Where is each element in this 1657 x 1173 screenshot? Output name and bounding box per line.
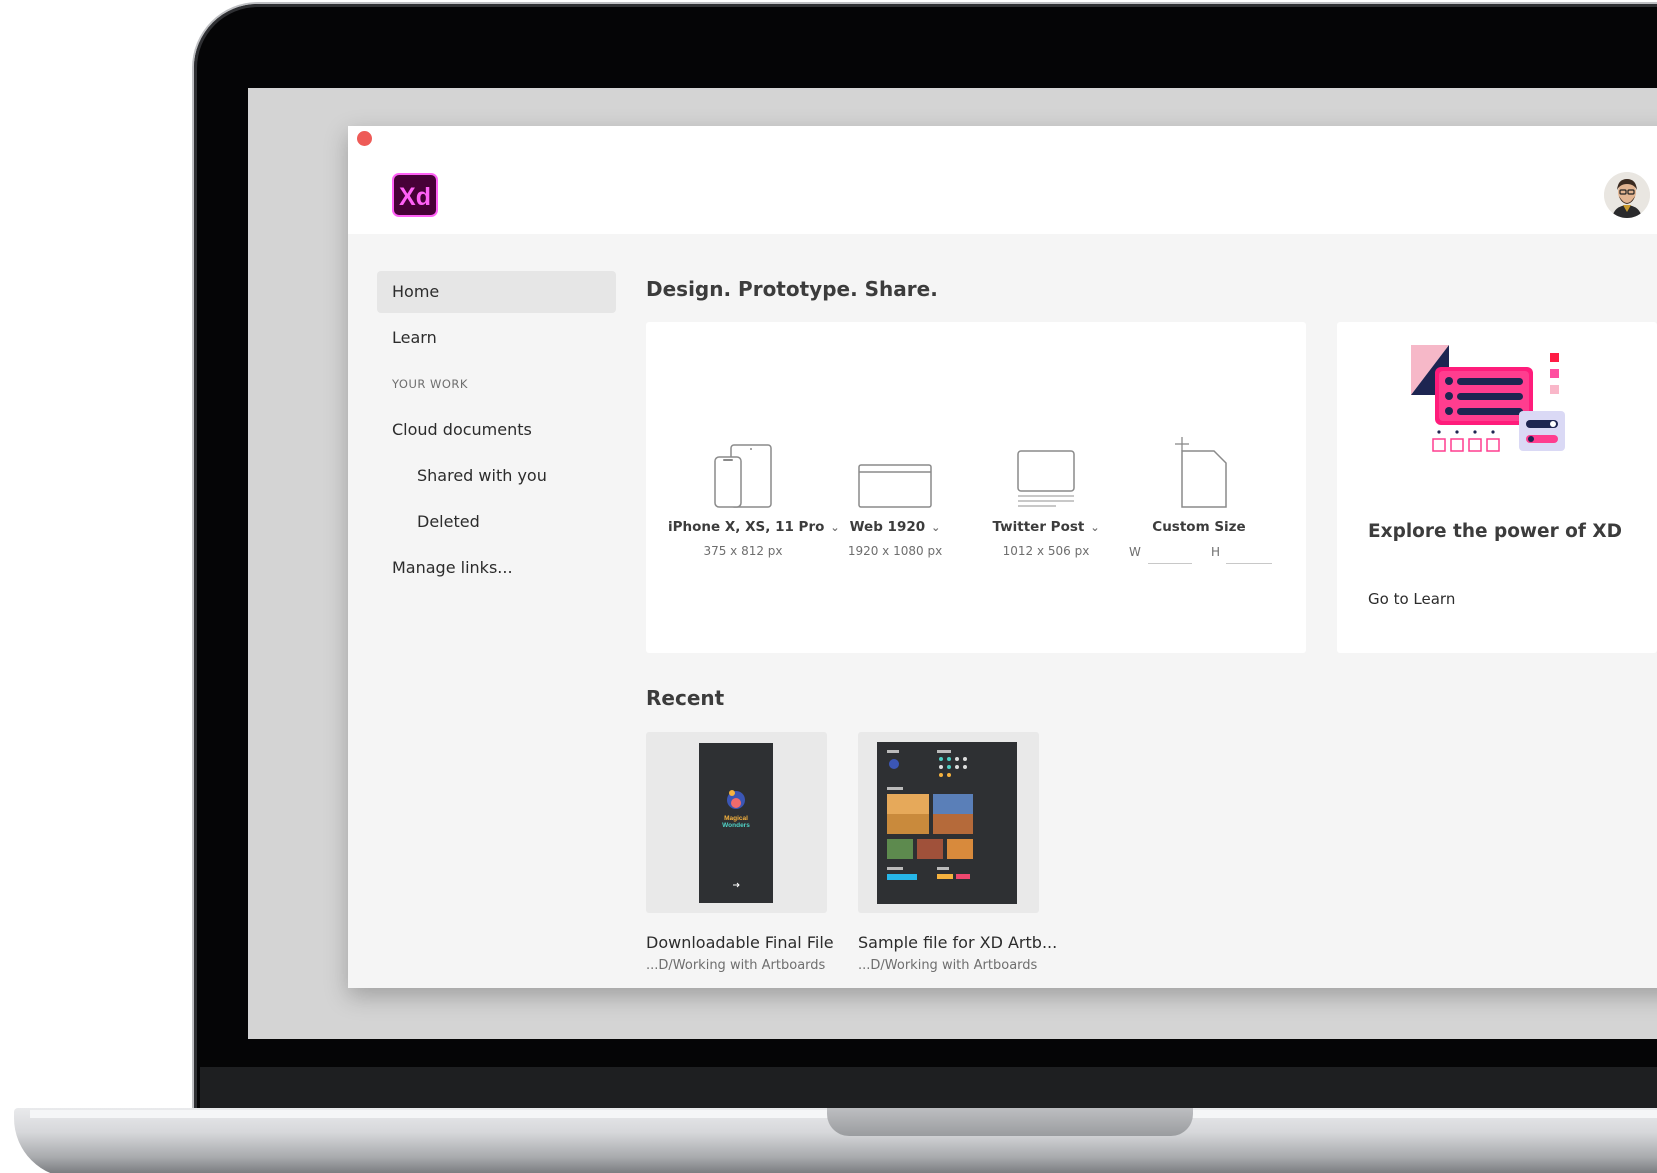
custom-page-icon: [1124, 437, 1274, 509]
preset-iphone-size: 375 x 812 px: [703, 544, 783, 558]
page-title: Design. Prototype. Share.: [646, 277, 938, 301]
artboard-preview: Magical Wonders: [699, 743, 773, 903]
chevron-down-icon[interactable]: ⌄: [1090, 521, 1099, 534]
artboard-presets-card: iPhone X, XS, 11 Pro ⌄ 375 x 812 px Web 1…: [646, 322, 1306, 653]
learn-card[interactable]: Explore the power of XD Go to Learn: [1337, 322, 1657, 653]
chevron-down-icon[interactable]: ⌄: [931, 521, 940, 534]
browser-window-icon: [820, 439, 970, 509]
custom-height-input[interactable]: [1226, 563, 1272, 564]
recent-file-name[interactable]: Sample file for XD Artb...: [858, 933, 1057, 952]
user-avatar[interactable]: [1604, 172, 1650, 218]
custom-height-label: H: [1211, 545, 1221, 559]
xd-home-window: Xd Home Learn YOUR WORK Cloud documents: [348, 126, 1657, 988]
sidebar-item-manage-links[interactable]: Manage links...: [377, 547, 616, 589]
sidebar-item-shared-with-you[interactable]: Shared with you: [377, 455, 616, 497]
magical-wonders-logo-icon: Magical Wonders: [722, 790, 750, 888]
learn-card-title: Explore the power of XD: [1368, 521, 1622, 542]
social-post-icon: [971, 439, 1121, 509]
xd-logo: Xd: [392, 173, 438, 217]
go-to-learn-link[interactable]: Go to Learn: [1368, 590, 1455, 608]
sidebar-nav: Home Learn YOUR WORK Cloud documents Sha…: [377, 271, 616, 593]
svg-text:Wonders: Wonders: [722, 822, 750, 829]
sidebar-item-learn[interactable]: Learn: [377, 317, 616, 359]
preset-web-name: Web 1920: [849, 519, 926, 535]
preset-iphone[interactable]: iPhone X, XS, 11 Pro ⌄ 375 x 812 px: [668, 439, 840, 558]
artboard-preview: [877, 742, 1017, 904]
preset-custom-name: Custom Size: [1152, 519, 1246, 535]
recent-file-thumbnail[interactable]: [858, 732, 1039, 913]
sidebar-item-deleted[interactable]: Deleted: [377, 501, 616, 543]
preset-twitter-post[interactable]: Twitter Post ⌄ 1012 x 506 px: [971, 439, 1121, 558]
sidebar-section-your-work: YOUR WORK: [392, 377, 468, 391]
laptop-bezel-chin: [200, 1067, 1657, 1111]
preset-web-1920[interactable]: Web 1920 ⌄ 1920 x 1080 px: [820, 439, 970, 558]
recent-heading: Recent: [646, 686, 725, 710]
close-window-button[interactable]: [357, 131, 372, 146]
laptop-opening-notch: [827, 1108, 1193, 1136]
sidebar-item-cloud-documents[interactable]: Cloud documents: [377, 409, 616, 451]
preset-twitter-name: Twitter Post: [992, 519, 1085, 535]
phone-tablet-icon: [668, 439, 818, 509]
preset-twitter-size: 1012 x 506 px: [1002, 544, 1090, 558]
svg-text:Magical: Magical: [724, 815, 748, 822]
recent-file-thumbnail[interactable]: Magical Wonders: [646, 732, 827, 913]
laptop-screen: Xd Home Learn YOUR WORK Cloud documents: [248, 88, 1657, 1039]
custom-width-input[interactable]: [1148, 563, 1192, 564]
app-header: Xd: [348, 126, 1657, 234]
preset-web-size: 1920 x 1080 px: [847, 544, 943, 558]
preset-custom-size[interactable]: Custom Size: [1124, 437, 1274, 535]
recent-file-name[interactable]: Downloadable Final File: [646, 933, 834, 952]
style-guide-preview-icon: [887, 750, 973, 880]
recent-file-path: ...D/Working with Artboards: [646, 958, 826, 973]
preset-iphone-name: iPhone X, XS, 11 Pro: [668, 519, 825, 535]
custom-width-label: W: [1129, 545, 1141, 559]
xd-ui-illustration-icon: [1409, 343, 1569, 465]
recent-file-path: ...D/Working with Artboards: [858, 958, 1038, 973]
sidebar-item-home[interactable]: Home: [377, 271, 616, 313]
